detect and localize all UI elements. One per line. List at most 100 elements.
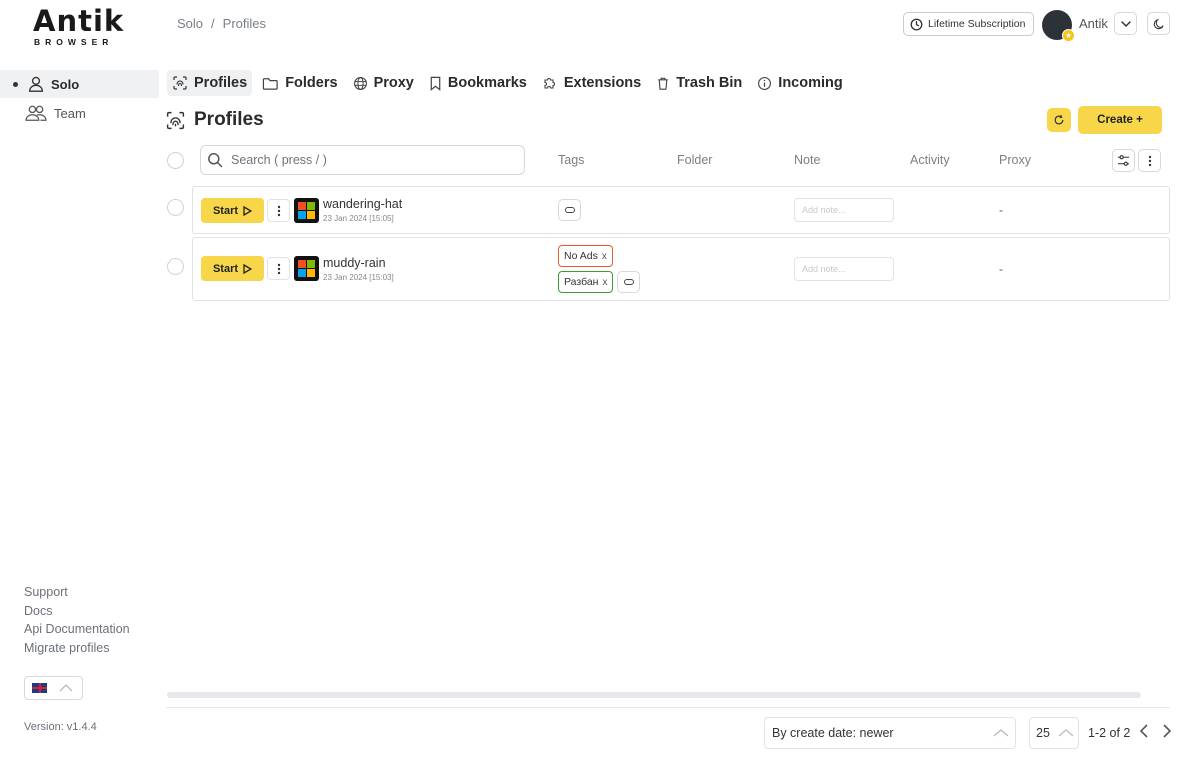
profile-name[interactable]: muddy-rain: [323, 256, 394, 270]
table-more-button[interactable]: [1138, 149, 1161, 172]
tab-label: Folders: [285, 75, 338, 91]
horizontal-scrollbar[interactable]: [167, 692, 1141, 698]
row-checkbox[interactable]: [167, 199, 184, 216]
user-icon: [29, 76, 43, 92]
note-input[interactable]: Add note...: [794, 257, 894, 281]
row-checkbox[interactable]: [167, 258, 184, 275]
chevron-up-icon: [993, 729, 1009, 737]
tag-remove-icon[interactable]: x: [602, 277, 607, 288]
add-tag-button[interactable]: [558, 199, 581, 221]
folder-icon: [262, 77, 278, 90]
profile-name[interactable]: wandering-hat: [323, 197, 402, 211]
breadcrumb: Solo / Profiles: [177, 16, 266, 31]
tag-icon: [564, 207, 575, 213]
tag-label: Разбан: [564, 276, 599, 288]
add-tag-button[interactable]: [617, 271, 640, 293]
windows-os-icon: [294, 198, 319, 223]
previous-page-button[interactable]: [1137, 723, 1151, 744]
page-title: Profiles: [165, 109, 264, 131]
chevron-right-icon: [1163, 724, 1172, 738]
per-page-value: 25: [1036, 726, 1050, 740]
tag-icon: [623, 279, 634, 285]
sidebar-item-label: Solo: [51, 76, 80, 92]
per-page-select[interactable]: 25: [1029, 717, 1079, 749]
version-text: Version: v1.4.4: [24, 721, 97, 733]
page-title-text: Profiles: [194, 109, 264, 130]
chevron-down-icon: [1120, 20, 1131, 27]
trash-icon: [658, 77, 668, 90]
note-input[interactable]: Add note...: [794, 198, 894, 222]
main-tabs: Profiles Folders Proxy Bookmarks Extensi…: [167, 70, 853, 96]
select-all-checkbox[interactable]: [167, 152, 184, 169]
language-select[interactable]: [24, 676, 83, 700]
info-icon: [758, 76, 772, 90]
app-logo: Antik BROWSER: [33, 4, 125, 47]
api-documentation-link[interactable]: Api Documentation: [24, 620, 130, 639]
breadcrumb-root[interactable]: Solo: [177, 16, 203, 31]
tab-proxy[interactable]: Proxy: [348, 70, 419, 96]
start-button[interactable]: Start: [201, 198, 264, 223]
footer-divider: [166, 707, 1170, 708]
sidebar-item-team[interactable]: Team: [0, 100, 159, 126]
tab-label: Profiles: [194, 75, 248, 91]
support-link[interactable]: Support: [24, 583, 130, 602]
tab-label: Proxy: [373, 75, 414, 91]
tab-label: Incoming: [778, 75, 843, 91]
active-dot: [13, 81, 18, 87]
tab-extensions[interactable]: Extensions: [537, 70, 646, 96]
play-icon: [243, 263, 253, 274]
tab-label: Extensions: [563, 75, 642, 91]
subscription-button[interactable]: Lifetime Subscription: [903, 12, 1034, 36]
column-header-proxy[interactable]: Proxy: [999, 153, 1031, 167]
sidebar-item-solo[interactable]: Solo: [0, 70, 159, 98]
sliders-icon: [1117, 155, 1130, 166]
globe-icon: [353, 76, 367, 90]
create-profile-button[interactable]: Create +: [1078, 106, 1162, 134]
avatar[interactable]: ★: [1042, 10, 1075, 42]
tab-trash-bin[interactable]: Trash Bin: [651, 70, 747, 96]
next-page-button[interactable]: [1160, 723, 1174, 744]
moon-icon: [1153, 18, 1164, 29]
profile-info: wandering-hat 23 Jan 2024 [15:05]: [323, 197, 402, 223]
refresh-button[interactable]: [1047, 108, 1071, 132]
column-header-tags[interactable]: Tags: [558, 153, 584, 167]
search-input[interactable]: [231, 153, 511, 167]
start-button[interactable]: Start: [201, 256, 264, 281]
tab-folders[interactable]: Folders: [257, 70, 342, 96]
profile-info: muddy-rain 23 Jan 2024 [15:03]: [323, 256, 394, 282]
sort-value: By create date: newer: [772, 726, 894, 740]
sort-select[interactable]: By create date: newer: [764, 717, 1016, 749]
column-header-note[interactable]: Note: [794, 153, 820, 167]
more-vertical-icon: [1148, 155, 1151, 166]
column-settings-button[interactable]: [1112, 149, 1135, 172]
docs-link[interactable]: Docs: [24, 602, 130, 621]
play-icon: [243, 205, 253, 216]
row-more-button[interactable]: [267, 257, 290, 280]
tab-bookmarks[interactable]: Bookmarks: [424, 70, 532, 96]
fingerprint-icon: [166, 111, 185, 129]
tag-remove-icon[interactable]: x: [602, 251, 607, 262]
account-menu-button[interactable]: [1114, 12, 1137, 35]
breadcrumb-current: Profiles: [222, 16, 267, 31]
chevron-left-icon: [1139, 724, 1148, 738]
username[interactable]: Antik: [1079, 16, 1108, 31]
logo-subtext: BROWSER: [34, 37, 114, 47]
tag-no-ads[interactable]: No Ads x: [558, 245, 613, 267]
logo-text: Antik: [33, 4, 125, 38]
chevron-up-icon: [1058, 729, 1074, 737]
theme-toggle-button[interactable]: [1147, 12, 1170, 35]
search-field[interactable]: [200, 145, 525, 175]
tab-label: Bookmarks: [447, 75, 527, 91]
column-header-folder[interactable]: Folder: [677, 153, 712, 167]
tab-incoming[interactable]: Incoming: [752, 70, 847, 96]
tab-label: Trash Bin: [676, 75, 743, 91]
start-button-label: Start: [212, 262, 239, 275]
migrate-profiles-link[interactable]: Migrate profiles: [24, 639, 130, 658]
refresh-icon: [1054, 115, 1064, 125]
row-more-button[interactable]: [267, 199, 290, 222]
column-header-activity[interactable]: Activity: [910, 153, 950, 167]
tag-razban[interactable]: Разбан x: [558, 271, 614, 293]
puzzle-icon: [544, 78, 555, 89]
tag-label: No Ads: [564, 250, 598, 262]
tab-profiles[interactable]: Profiles: [167, 70, 253, 96]
